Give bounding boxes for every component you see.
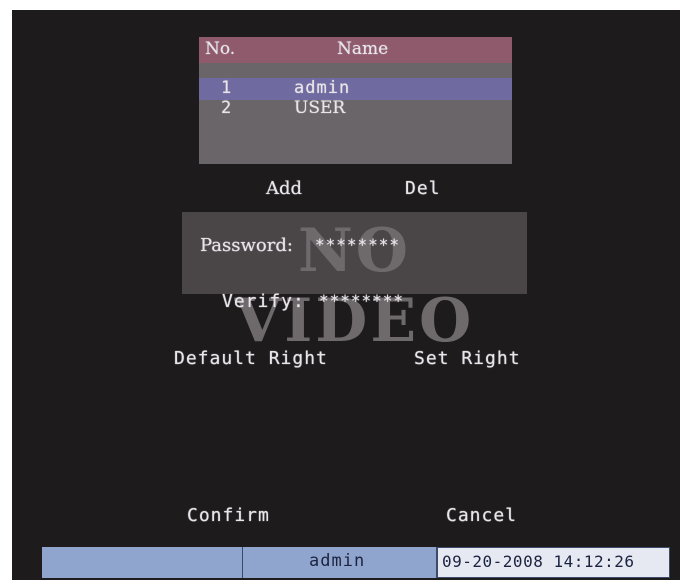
status-datetime-box: 09-20-2008 14:12:26 — [437, 547, 670, 578]
set-right-button[interactable]: Set Right — [414, 348, 521, 369]
row-username: USER — [294, 98, 346, 118]
password-field[interactable]: ******** — [315, 235, 400, 254]
row-number: 1 — [221, 78, 233, 98]
table-row[interactable]: 2 USER — [199, 98, 512, 120]
del-button[interactable]: Del — [405, 178, 441, 199]
default-right-button[interactable]: Default Right — [174, 348, 328, 369]
confirm-button[interactable]: Confirm — [187, 505, 270, 526]
table-header: No. Name — [199, 37, 512, 63]
password-label: Password: — [200, 235, 293, 256]
status-user: admin — [309, 551, 366, 571]
status-datetime: 09-20-2008 14:12:26 — [442, 552, 635, 571]
cancel-button[interactable]: Cancel — [446, 505, 517, 526]
status-bar: admin 09-20-2008 14:12:26 — [42, 547, 670, 578]
dvr-screen: No. Name 1 admin 2 USER Add Del NO VIDEO… — [12, 10, 680, 580]
verify-label: Verify: — [222, 291, 305, 312]
row-number: 2 — [221, 98, 233, 118]
verify-field[interactable]: ******** — [319, 291, 404, 310]
column-header-no: No. — [205, 39, 236, 59]
status-segment — [42, 547, 243, 578]
row-username: admin — [294, 78, 351, 98]
add-button[interactable]: Add — [266, 178, 302, 199]
user-list: No. Name 1 admin 2 USER — [199, 37, 512, 164]
status-segment: admin — [243, 547, 437, 578]
table-row[interactable]: 1 admin — [199, 78, 512, 100]
column-header-name: Name — [337, 39, 389, 59]
